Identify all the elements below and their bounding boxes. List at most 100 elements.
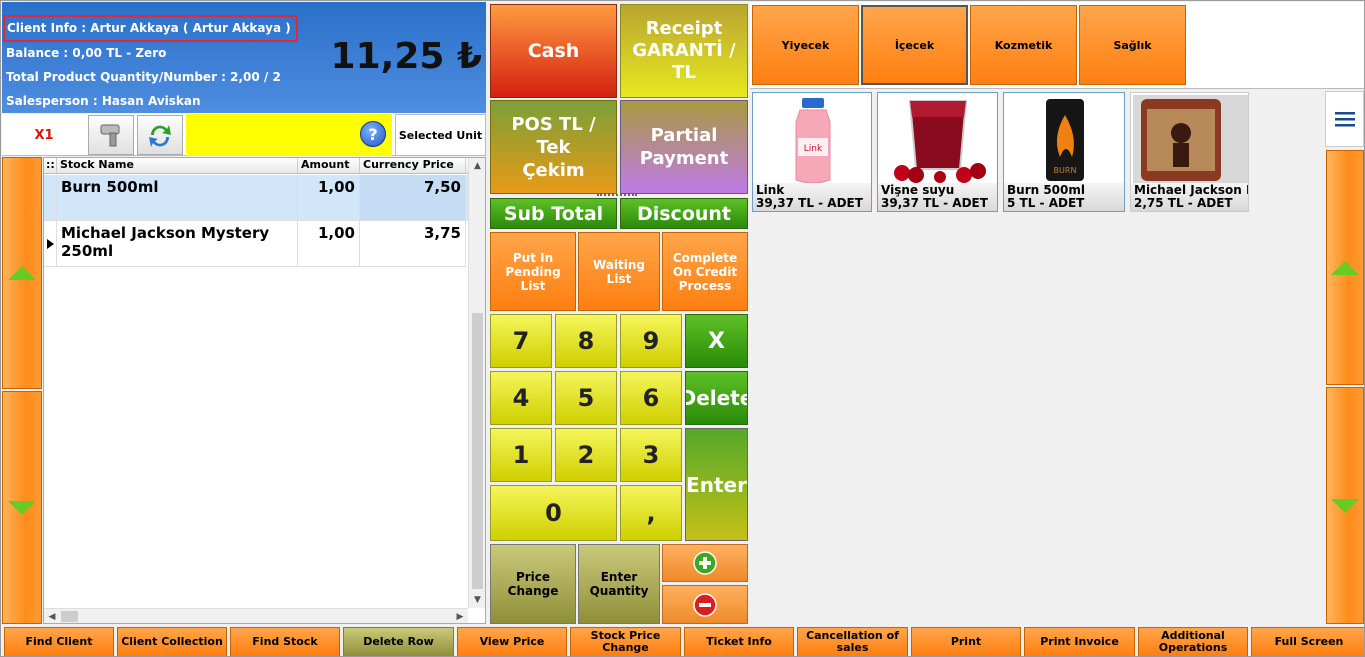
quantity-text: Total Product Quantity/Number : 2,00 / 2 — [6, 70, 281, 84]
refresh-button[interactable] — [137, 115, 183, 155]
key-0[interactable]: 0 — [490, 485, 617, 541]
cell-price: 7,50 — [360, 175, 466, 221]
menu-button[interactable] — [1325, 91, 1364, 147]
bottom-button-delete-row[interactable]: Delete Row — [343, 627, 454, 656]
arrow-down-icon — [8, 500, 36, 515]
bottom-button-cancellation-of-sales[interactable]: Cancellation of sales — [797, 627, 908, 656]
row-indicator — [44, 175, 57, 221]
bottom-button-full-screen[interactable]: Full Screen — [1251, 627, 1364, 656]
selected-unit-button[interactable]: Selected Unit — [395, 114, 486, 156]
scrollbar-thumb[interactable] — [472, 313, 483, 589]
link-bottle-image: Link — [795, 98, 831, 184]
product-tile-visne-suyu[interactable]: Vişne suyu 39,37 TL - ADET — [877, 92, 998, 212]
bottom-button-view-price[interactable]: View Price — [457, 627, 567, 656]
product-label: Burn 500ml 5 TL - ADET — [1004, 183, 1124, 211]
bottom-button-print-invoice[interactable]: Print Invoice — [1024, 627, 1135, 656]
barcode-scanner-button[interactable] — [88, 115, 134, 155]
comma-key[interactable]: , — [620, 485, 682, 541]
cell-stock-name: Michael Jackson Mystery 250ml — [57, 221, 298, 267]
barcode-scanner-icon — [100, 124, 120, 147]
multiply-key[interactable]: X — [685, 314, 748, 368]
grid-corner: :: — [44, 158, 57, 174]
grid-toolbar: X1 ? Selected Unit — [2, 114, 486, 156]
cell-price: 3,75 — [360, 221, 466, 267]
scroll-up-button[interactable] — [2, 157, 42, 389]
salesperson-text: Salesperson : Hasan Aviskan — [6, 94, 201, 108]
row-indicator — [44, 221, 57, 267]
svg-text:BURN: BURN — [1054, 166, 1077, 175]
key-7[interactable]: 7 — [490, 314, 552, 368]
decrease-button[interactable] — [662, 585, 748, 624]
splitter-grip[interactable] — [597, 194, 637, 197]
waiting-list-button[interactable]: Waiting List — [578, 232, 660, 311]
pos-window: Client Info : Artur Akkaya ( Artur Akkay… — [0, 0, 1365, 657]
client-info-box[interactable]: Client Info : Artur Akkaya ( Artur Akkay… — [3, 15, 298, 42]
enter-key[interactable]: Enter — [685, 428, 748, 541]
price-change-button[interactable]: Price Change — [490, 544, 576, 624]
bottom-button-stock-price-change[interactable]: Stock Price Change — [570, 627, 681, 656]
pos-button[interactable]: POS TL / Tek Çekim — [490, 100, 617, 194]
products-scroll-down-button[interactable] — [1326, 387, 1364, 624]
column-currency-price[interactable]: Currency Price — [360, 158, 466, 174]
plus-icon — [693, 551, 717, 575]
scroll-up-arrow-icon[interactable]: ▲ — [469, 158, 486, 174]
key-3[interactable]: 3 — [620, 428, 682, 482]
key-5[interactable]: 5 — [555, 371, 617, 425]
help-icon[interactable]: ? — [360, 121, 386, 147]
bottom-button-find-stock[interactable]: Find Stock — [230, 627, 340, 656]
cell-stock-name: Burn 500ml — [57, 175, 298, 221]
balance-text: Balance : 0,00 TL - Zero — [6, 46, 167, 60]
scroll-down-arrow-icon[interactable]: ▼ — [469, 592, 486, 608]
scroll-left-arrow-icon[interactable]: ◀ — [44, 609, 60, 624]
column-amount[interactable]: Amount — [298, 158, 360, 174]
key-6[interactable]: 6 — [620, 371, 682, 425]
scroll-right-arrow-icon[interactable]: ▶ — [452, 609, 468, 624]
cell-amount: 1,00 — [298, 175, 360, 221]
table-row[interactable]: Michael Jackson Mystery 250ml 1,00 3,75 — [44, 221, 468, 267]
horizontal-scrollbar[interactable]: ◀ ▶ — [44, 608, 468, 623]
increase-button[interactable] — [662, 544, 748, 582]
product-tile-burn[interactable]: BURN Burn 500ml 5 TL - ADET — [1003, 92, 1125, 212]
partial-payment-button[interactable]: Partial Payment — [620, 100, 748, 194]
product-price: 39,37 TL - ADET — [756, 196, 863, 210]
category-saglik[interactable]: Sağlık — [1079, 5, 1186, 85]
products-scroll-up-button[interactable] — [1326, 150, 1364, 385]
credit-process-button[interactable]: Complete On Credit Process — [662, 232, 748, 311]
multiplier-label[interactable]: X1 — [2, 114, 86, 156]
key-4[interactable]: 4 — [490, 371, 552, 425]
bottom-button-additional-operations[interactable]: Additional Operations — [1138, 627, 1248, 656]
enter-quantity-button[interactable]: Enter Quantity — [578, 544, 660, 624]
product-tile-link[interactable]: Link Link 39,37 TL - ADET — [752, 92, 872, 212]
discount-button[interactable]: Discount — [620, 198, 748, 229]
arrow-up-icon — [1331, 260, 1359, 275]
cherry-juice-image — [894, 100, 986, 183]
bottom-button-ticket-info[interactable]: Ticket Info — [684, 627, 794, 656]
subtotal-button[interactable]: Sub Total — [490, 198, 617, 229]
vertical-scrollbar[interactable]: ▲ ▼ — [468, 158, 485, 608]
category-icecek[interactable]: İçecek — [861, 5, 968, 85]
category-kozmetik[interactable]: Kozmetik — [970, 5, 1077, 85]
column-stock-name[interactable]: Stock Name — [57, 158, 298, 174]
table-row[interactable]: Burn 500ml 1,00 7,50 — [44, 175, 468, 221]
hscroll-thumb[interactable] — [61, 611, 78, 622]
bottom-button-client-collection[interactable]: Client Collection — [117, 627, 227, 656]
sales-grid: :: Stock Name Amount Currency Price Burn… — [43, 157, 486, 624]
cash-button[interactable]: Cash — [490, 4, 617, 98]
pending-list-button[interactable]: Put In Pending List — [490, 232, 576, 311]
key-2[interactable]: 2 — [555, 428, 617, 482]
total-amount: 11,25 ₺ — [330, 36, 482, 77]
bottom-button-find-client[interactable]: Find Client — [4, 627, 114, 656]
burn-can-image: BURN — [1046, 99, 1084, 181]
mj-can-image — [1133, 95, 1248, 183]
receipt-button[interactable]: Receipt GARANTİ / TL — [620, 4, 748, 98]
key-9[interactable]: 9 — [620, 314, 682, 368]
delete-key[interactable]: Delete — [685, 371, 748, 425]
key-1[interactable]: 1 — [490, 428, 552, 482]
category-yiyecek[interactable]: Yiyecek — [752, 5, 859, 85]
product-tile-michael-jackson[interactable]: Michael Jackson Mystery 250ml 2,75 TL - … — [1130, 92, 1249, 212]
bottom-button-print[interactable]: Print — [911, 627, 1021, 656]
client-header: Client Info : Artur Akkaya ( Artur Akkay… — [2, 2, 486, 113]
scroll-down-button[interactable] — [2, 391, 42, 624]
cell-amount: 1,00 — [298, 221, 360, 267]
key-8[interactable]: 8 — [555, 314, 617, 368]
